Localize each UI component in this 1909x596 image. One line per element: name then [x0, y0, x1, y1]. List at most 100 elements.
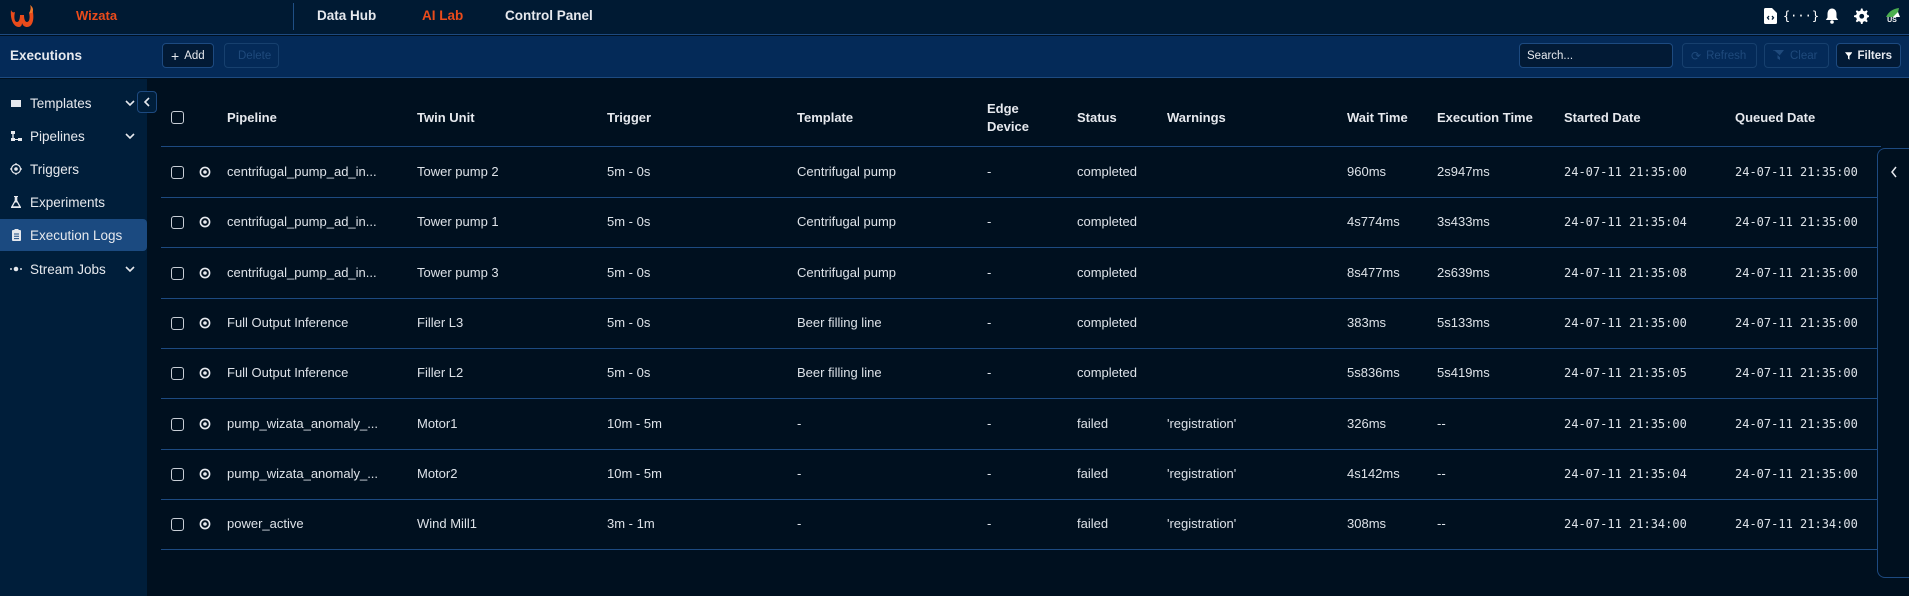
cell-started-date: 24-07-11 21:35:00 — [1564, 165, 1687, 179]
sidebar-item-pipelines[interactable]: Pipelines — [0, 120, 147, 152]
cell-pipeline[interactable]: Full Output Inference — [227, 365, 348, 380]
nav-ai-lab[interactable]: AI Lab — [422, 8, 463, 23]
sidebar-item-triggers[interactable]: Triggers — [0, 153, 147, 185]
cell-twin-unit: Filler L3 — [417, 314, 464, 330]
nav-control-panel[interactable]: Control Panel — [505, 8, 593, 23]
details-panel — [1877, 148, 1909, 578]
cell-wait-time: 308ms — [1347, 516, 1387, 532]
column-header-twin-unit[interactable]: Twin Unit — [417, 109, 475, 127]
cell-template: Beer filling line — [797, 365, 882, 381]
cell-template: Centrifugal pump — [797, 264, 896, 280]
cell-pipeline[interactable]: centrifugal_pump_ad_in... — [227, 164, 377, 179]
brand-name[interactable]: Wizata — [76, 8, 117, 23]
collapse-sidebar-button[interactable] — [137, 91, 157, 113]
sidebar-item-label: Templates — [30, 95, 92, 111]
view-eye-icon[interactable] — [199, 166, 211, 178]
column-header-status[interactable]: Status — [1077, 109, 1117, 127]
table-row[interactable]: power_active Wind Mill1 3m - 1m - - failed're… — [161, 500, 1881, 551]
template-icon — [10, 97, 22, 109]
add-button[interactable]: + Add — [162, 43, 214, 68]
cell-wait-time: 4s142ms — [1347, 465, 1400, 481]
cell-wait-time: 8s477ms — [1347, 264, 1400, 280]
table-row[interactable]: pump_wizata_anomaly_... Motor1 10m - 5m - - f… — [161, 400, 1881, 450]
cell-edge-device: - — [987, 264, 992, 280]
row-checkbox[interactable] — [171, 417, 184, 431]
view-eye-icon[interactable] — [199, 267, 211, 279]
cell-edge-device: - — [987, 365, 992, 381]
view-eye-icon[interactable] — [199, 418, 211, 430]
row-checkbox[interactable] — [171, 367, 184, 381]
row-checkbox[interactable] — [171, 316, 184, 330]
view-eye-icon[interactable] — [199, 216, 211, 228]
view-eye-icon[interactable] — [199, 468, 211, 480]
cell-execution-time: 5s133ms — [1437, 314, 1490, 330]
cell-edge-device: - — [987, 516, 992, 532]
view-eye-icon[interactable] — [199, 317, 211, 329]
cell-queued-date: 24-07-11 21:35:00 — [1735, 466, 1858, 481]
cell-started-date: 24-07-11 21:35:00 — [1564, 416, 1687, 431]
cell-pipeline[interactable]: pump_wizata_anomaly_... — [227, 466, 378, 481]
user-status-icon[interactable]: US — [1881, 6, 1903, 26]
cell-template: - — [797, 465, 802, 481]
table-row[interactable]: centrifugal_pump_ad_in... Tower pump 2 5m … — [161, 148, 1881, 198]
cell-pipeline[interactable]: power_active — [227, 516, 304, 531]
table-row[interactable]: pump_wizata_anomaly_... Motor2 10m - 5m - - f… — [161, 450, 1881, 500]
view-eye-icon[interactable] — [199, 367, 211, 379]
cell-edge-device: - — [987, 415, 992, 431]
row-checkbox[interactable] — [171, 467, 184, 481]
trigger-icon — [10, 163, 22, 175]
table-row[interactable]: Full Output Inference Filler L3 5m - 0s Bee… — [161, 299, 1881, 349]
row-checkbox[interactable] — [171, 266, 184, 280]
delete-button[interactable]: Delete — [224, 43, 279, 68]
sidebar-item-execution-logs[interactable]: Execution Logs — [0, 219, 147, 251]
chevron-down-icon[interactable] — [123, 96, 137, 110]
gear-icon[interactable] — [1852, 6, 1870, 26]
chevron-down-icon[interactable] — [123, 262, 137, 276]
select-all-checkbox[interactable] — [171, 111, 184, 124]
cell-execution-time: 2s639ms — [1437, 264, 1490, 280]
cell-edge-device: - — [987, 164, 992, 179]
nav-data-hub[interactable]: Data Hub — [317, 8, 376, 23]
row-checkbox[interactable] — [171, 166, 184, 179]
cell-template: Centrifugal pump — [797, 164, 896, 179]
column-header-wait-time[interactable]: Wait Time — [1347, 109, 1408, 127]
bell-icon[interactable] — [1823, 6, 1841, 26]
cell-pipeline[interactable]: pump_wizata_anomaly_... — [227, 416, 378, 431]
cell-execution-time: 5s419ms — [1437, 365, 1490, 381]
sidebar-item-stream-jobs[interactable]: Stream Jobs — [0, 253, 147, 285]
cell-pipeline[interactable]: centrifugal_pump_ad_in... — [227, 265, 377, 280]
wizata-logo-icon[interactable] — [8, 4, 36, 30]
column-header-pipeline[interactable]: Pipeline — [227, 109, 277, 127]
row-checkbox[interactable] — [171, 216, 184, 230]
braces-icon[interactable]: {···} — [1783, 6, 1819, 26]
column-header-edge-device[interactable]: Edge Device — [987, 100, 1029, 136]
clear-button[interactable]: Clear — [1764, 43, 1829, 68]
chevron-down-icon[interactable] — [123, 129, 137, 143]
cell-execution-time: -- — [1437, 415, 1446, 431]
cell-template: - — [797, 516, 802, 532]
search-input[interactable] — [1519, 43, 1673, 68]
row-checkbox[interactable] — [171, 518, 184, 532]
filters-button[interactable]: Filters — [1836, 43, 1901, 68]
column-header-started-date[interactable]: Started Date — [1564, 109, 1641, 127]
column-header-trigger[interactable]: Trigger — [607, 109, 651, 127]
table-row[interactable]: centrifugal_pump_ad_in... Tower pump 3 5m … — [161, 249, 1881, 299]
nav-divider — [293, 3, 294, 30]
view-eye-icon[interactable] — [199, 518, 211, 530]
add-button-label: Add — [184, 49, 205, 62]
expand-panel-chevron-icon[interactable] — [1890, 166, 1898, 178]
column-header-queued-date[interactable]: Queued Date — [1735, 109, 1815, 127]
column-header-execution-time[interactable]: Execution Time — [1437, 109, 1533, 127]
column-header-warnings[interactable]: Warnings — [1167, 109, 1226, 127]
table-row[interactable]: Full Output Inference Filler L2 5m - 0s Bee… — [161, 349, 1881, 400]
sidebar: Templates Pipelines Triggers Experiments… — [0, 79, 147, 596]
file-code-icon[interactable] — [1761, 6, 1779, 26]
table-row[interactable]: centrifugal_pump_ad_in... Tower pump 1 5m … — [161, 198, 1881, 249]
sidebar-item-templates[interactable]: Templates — [0, 87, 147, 119]
sidebar-item-experiments[interactable]: Experiments — [0, 186, 147, 218]
cell-status: completed — [1077, 365, 1137, 381]
cell-pipeline[interactable]: Full Output Inference — [227, 315, 348, 330]
refresh-button[interactable]: ⟳ Refresh — [1682, 43, 1757, 68]
column-header-template[interactable]: Template — [797, 109, 853, 127]
cell-pipeline[interactable]: centrifugal_pump_ad_in... — [227, 214, 377, 229]
